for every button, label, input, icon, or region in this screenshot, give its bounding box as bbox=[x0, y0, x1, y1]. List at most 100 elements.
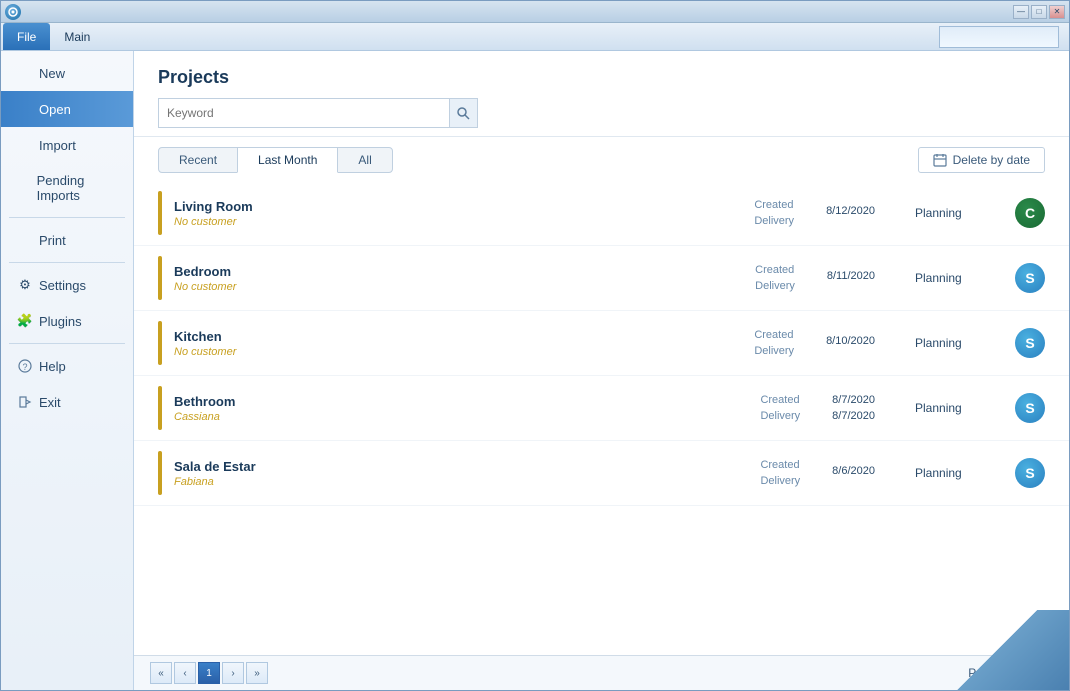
created-date: 8/6/2020 bbox=[832, 465, 875, 477]
delete-by-date-label: Delete by date bbox=[953, 153, 1030, 167]
sidebar-label-open: Open bbox=[39, 102, 71, 117]
project-avatar: S bbox=[1015, 263, 1045, 293]
project-info: Bedroom No customer bbox=[174, 264, 755, 293]
menu-file[interactable]: File bbox=[3, 23, 50, 50]
sidebar-item-settings[interactable]: ⚙ Settings bbox=[1, 267, 133, 303]
dates-labels: Created Delivery bbox=[754, 199, 794, 227]
project-dates: Created Delivery 8/10/2020 bbox=[754, 329, 875, 357]
project-row[interactable]: Bedroom No customer Created Delivery 8/1… bbox=[134, 246, 1069, 311]
current-page-button[interactable]: 1 bbox=[198, 662, 220, 684]
project-status: Planning bbox=[915, 401, 1015, 415]
delivery-label: Delivery bbox=[760, 475, 800, 487]
dates-labels: Created Delivery bbox=[754, 329, 794, 357]
created-date: 8/11/2020 bbox=[827, 270, 875, 282]
project-customer: Cassiana bbox=[174, 411, 760, 423]
svg-text:?: ? bbox=[22, 362, 27, 372]
project-customer: Fabiana bbox=[174, 476, 760, 488]
project-name: Kitchen bbox=[174, 329, 754, 344]
project-name: Sala de Estar bbox=[174, 459, 760, 474]
minimize-button[interactable]: — bbox=[1013, 5, 1029, 19]
search-icon bbox=[457, 107, 470, 120]
created-label: Created bbox=[754, 329, 794, 341]
delivery-label: Delivery bbox=[755, 280, 795, 292]
settings-icon: ⚙ bbox=[17, 277, 33, 293]
search-button[interactable] bbox=[449, 99, 477, 127]
total-pages: 1 bbox=[1046, 666, 1053, 680]
next-page-button[interactable]: › bbox=[222, 662, 244, 684]
content-area: Projects Recent Last Month All bbox=[134, 51, 1069, 690]
sidebar-label-settings: Settings bbox=[39, 278, 86, 293]
sidebar-label-new: New bbox=[39, 66, 65, 81]
dates-values: 8/7/2020 8/7/2020 bbox=[832, 394, 875, 422]
project-row[interactable]: Kitchen No customer Created Delivery 8/1… bbox=[134, 311, 1069, 376]
search-input[interactable] bbox=[159, 101, 449, 125]
sidebar-label-print: Print bbox=[39, 233, 66, 248]
tab-all[interactable]: All bbox=[337, 147, 392, 173]
menu-main[interactable]: Main bbox=[50, 23, 104, 50]
created-label: Created bbox=[754, 199, 794, 211]
project-info: Living Room No customer bbox=[174, 199, 754, 228]
project-row[interactable]: Living Room No customer Created Delivery… bbox=[134, 181, 1069, 246]
sidebar-label-import: Import bbox=[39, 138, 76, 153]
project-name: Bedroom bbox=[174, 264, 755, 279]
menu-search-container bbox=[935, 26, 1063, 47]
sidebar-item-open[interactable]: Open bbox=[1, 91, 133, 127]
project-indicator bbox=[158, 191, 162, 235]
project-indicator bbox=[158, 451, 162, 495]
close-button[interactable]: ✕ bbox=[1049, 5, 1065, 19]
project-avatar: C bbox=[1015, 198, 1045, 228]
first-page-button[interactable]: « bbox=[150, 662, 172, 684]
project-avatar: S bbox=[1015, 328, 1045, 358]
sidebar-label-pending: Pending Imports bbox=[37, 173, 117, 203]
main-layout: New Open Import Pending Imports Print ⚙ bbox=[1, 51, 1069, 690]
sidebar-item-pending-imports[interactable]: Pending Imports bbox=[1, 163, 133, 213]
delivery-date: 8/7/2020 bbox=[832, 410, 875, 422]
project-indicator bbox=[158, 321, 162, 365]
project-dates: Created Delivery 8/7/2020 8/7/2020 bbox=[760, 394, 875, 422]
pagination-controls: « ‹ 1 › » bbox=[150, 662, 268, 684]
last-page-button[interactable]: » bbox=[246, 662, 268, 684]
project-dates: Created Delivery 8/11/2020 bbox=[755, 264, 875, 292]
project-avatar: S bbox=[1015, 458, 1045, 488]
project-row[interactable]: Bethroom Cassiana Created Delivery 8/7/2… bbox=[134, 376, 1069, 441]
project-info: Sala de Estar Fabiana bbox=[174, 459, 760, 488]
app-logo bbox=[5, 4, 21, 20]
tab-last-month[interactable]: Last Month bbox=[237, 147, 338, 173]
project-list: Living Room No customer Created Delivery… bbox=[134, 173, 1069, 655]
page-info: Page of 1 bbox=[968, 663, 1053, 683]
page-label: Page bbox=[968, 666, 996, 680]
created-date: 8/10/2020 bbox=[826, 335, 875, 347]
sidebar-item-import[interactable]: Import bbox=[1, 127, 133, 163]
import-icon bbox=[17, 137, 33, 153]
project-info: Bethroom Cassiana bbox=[174, 394, 760, 423]
page-number-input[interactable] bbox=[1000, 663, 1028, 683]
project-dates: Created Delivery 8/12/2020 bbox=[754, 199, 875, 227]
project-customer: No customer bbox=[174, 281, 755, 293]
tabs-row: Recent Last Month All Delete by date bbox=[134, 137, 1069, 173]
project-status: Planning bbox=[915, 466, 1015, 480]
sidebar-item-help[interactable]: ? Help bbox=[1, 348, 133, 384]
dates-values: 8/10/2020 bbox=[826, 335, 875, 351]
created-date: 8/12/2020 bbox=[826, 205, 875, 217]
project-name: Living Room bbox=[174, 199, 754, 214]
sidebar-item-print[interactable]: Print bbox=[1, 222, 133, 258]
sidebar-divider-2 bbox=[9, 262, 125, 263]
of-label: of bbox=[1032, 666, 1042, 680]
prev-page-button[interactable]: ‹ bbox=[174, 662, 196, 684]
calendar-icon bbox=[933, 153, 947, 167]
search-bar bbox=[158, 98, 478, 128]
tab-recent[interactable]: Recent bbox=[158, 147, 238, 173]
dates-labels: Created Delivery bbox=[755, 264, 795, 292]
menu-search-input[interactable] bbox=[939, 26, 1059, 48]
project-status: Planning bbox=[915, 336, 1015, 350]
project-status: Planning bbox=[915, 206, 1015, 220]
project-row[interactable]: Sala de Estar Fabiana Created Delivery 8… bbox=[134, 441, 1069, 506]
sidebar-item-plugins[interactable]: 🧩 Plugins bbox=[1, 303, 133, 339]
sidebar-item-exit[interactable]: Exit bbox=[1, 384, 133, 420]
delete-by-date-button[interactable]: Delete by date bbox=[918, 147, 1045, 173]
sidebar-item-new[interactable]: New bbox=[1, 55, 133, 91]
maximize-button[interactable]: □ bbox=[1031, 5, 1047, 19]
project-avatar: S bbox=[1015, 393, 1045, 423]
exit-icon bbox=[17, 394, 33, 410]
project-name: Bethroom bbox=[174, 394, 760, 409]
